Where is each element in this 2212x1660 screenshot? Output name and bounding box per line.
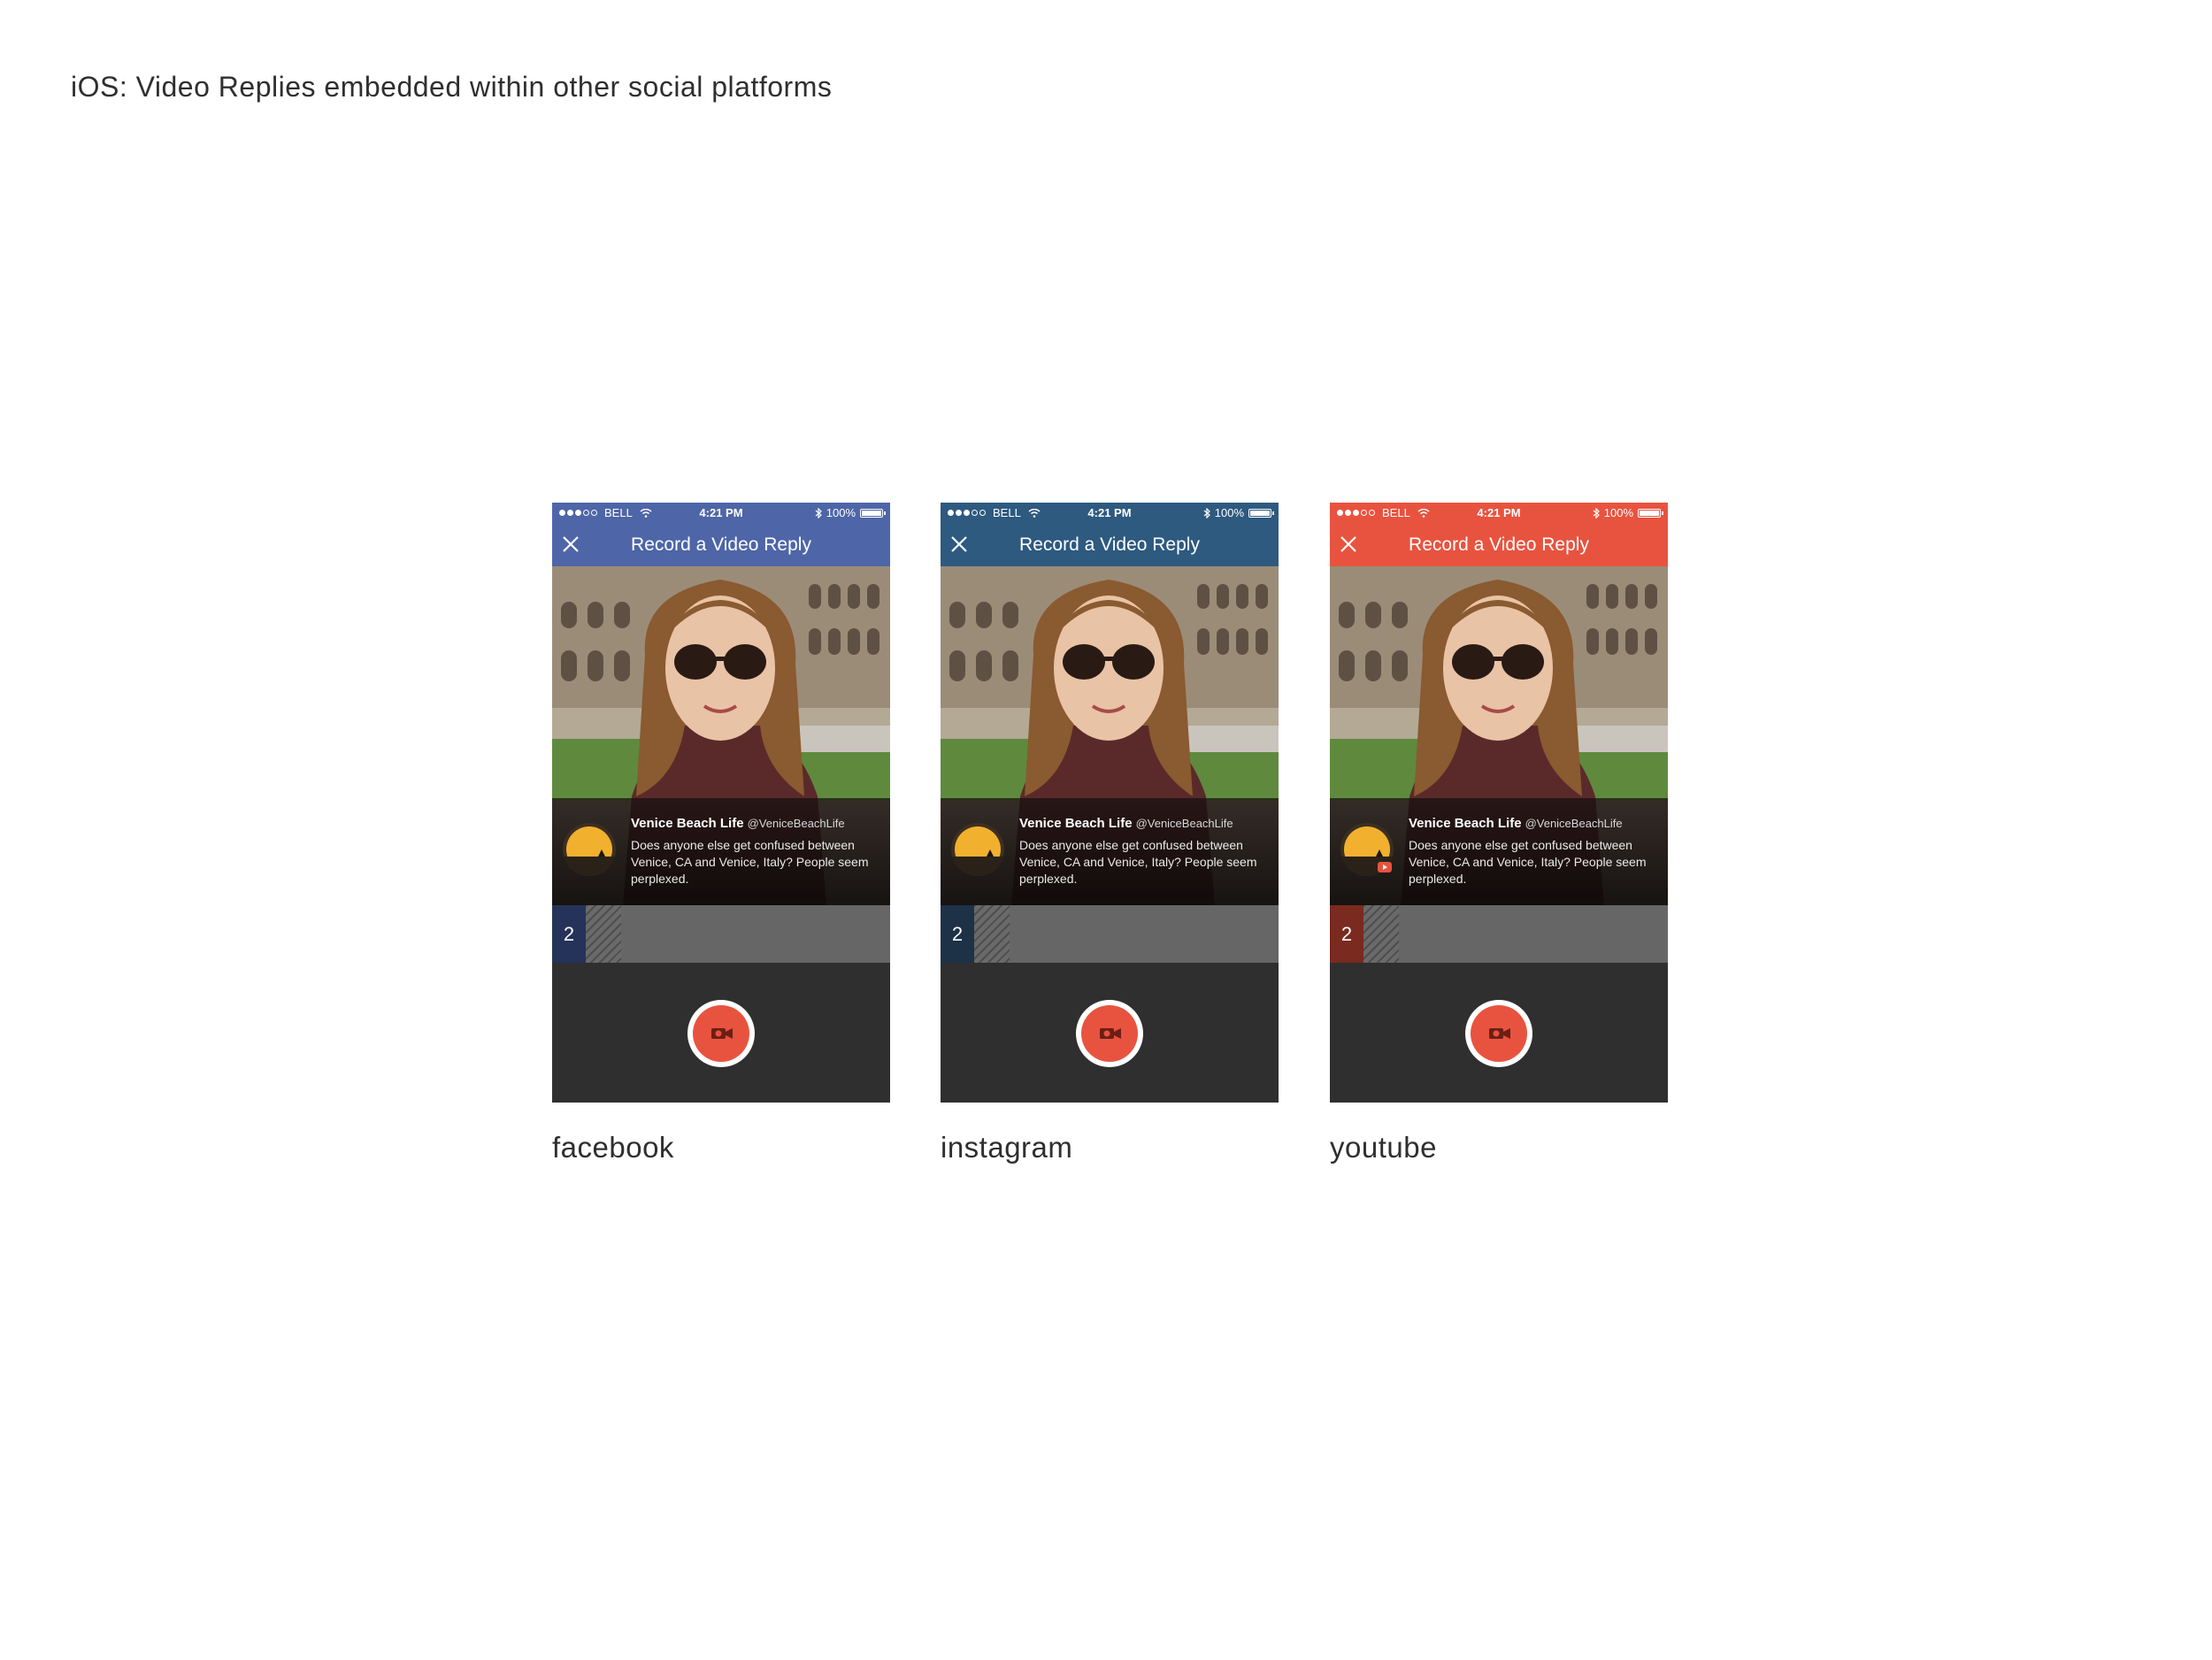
record-button[interactable] bbox=[1465, 1000, 1532, 1067]
post-author-name: Venice Beach Life bbox=[1409, 816, 1522, 831]
post-handle: @VeniceBeachLife bbox=[1525, 817, 1623, 830]
post-author-name: Venice Beach Life bbox=[631, 816, 744, 831]
post-author: Venice Beach Life @VeniceBeachLife bbox=[1409, 816, 1623, 831]
camera-preview: Venice Beach Life @VeniceBeachLife Does a… bbox=[1330, 566, 1668, 905]
phone-mockup-instagram: BELL 4:21 PM 100% Record a Video Reply V… bbox=[941, 503, 1279, 1103]
avatar bbox=[951, 823, 1004, 876]
battery-percent: 100% bbox=[1603, 506, 1633, 519]
record-button[interactable] bbox=[687, 1000, 755, 1067]
camera-preview: Venice Beach Life @VeniceBeachLife Does a… bbox=[552, 566, 890, 905]
nav-bar: Record a Video Reply bbox=[552, 522, 890, 566]
camera-preview: Venice Beach Life @VeniceBeachLife Does a… bbox=[941, 566, 1279, 905]
nav-bar: Record a Video Reply bbox=[941, 522, 1279, 566]
reply-count: 2 bbox=[552, 905, 586, 963]
battery-percent: 100% bbox=[1214, 506, 1244, 519]
nav-title: Record a Video Reply bbox=[1019, 534, 1200, 555]
reply-counter-bar: 2 bbox=[552, 905, 890, 963]
page-title: iOS: Video Replies embedded within other… bbox=[71, 71, 833, 103]
bluetooth-icon bbox=[815, 507, 822, 519]
nav-bar: Record a Video Reply bbox=[1330, 522, 1668, 566]
platform-label-youtube: youtube bbox=[1330, 1131, 1437, 1164]
video-camera-icon bbox=[1489, 1028, 1510, 1039]
reply-counter-bar: 2 bbox=[1330, 905, 1668, 963]
phone-mockup-facebook: BELL 4:21 PM 100% Record a Video Reply V… bbox=[552, 503, 890, 1103]
post-handle: @VeniceBeachLife bbox=[747, 817, 845, 830]
avatar bbox=[563, 823, 616, 876]
status-bar: BELL 4:21 PM 100% bbox=[552, 503, 890, 522]
battery-icon bbox=[1248, 508, 1274, 518]
post-text: Does anyone else get confused between Ve… bbox=[1409, 838, 1647, 886]
post-overlay: Venice Beach Life @VeniceBeachLife Does a… bbox=[941, 798, 1279, 905]
platform-label-instagram: instagram bbox=[941, 1131, 1073, 1164]
battery-icon bbox=[1638, 508, 1663, 518]
phone-mockup-youtube: BELL 4:21 PM 100% Record a Video Reply V… bbox=[1330, 503, 1668, 1103]
progress-hatch bbox=[1363, 905, 1399, 963]
youtube-play-icon bbox=[1378, 862, 1392, 872]
post-author: Venice Beach Life @VeniceBeachLife bbox=[1019, 816, 1233, 831]
progress-hatch bbox=[974, 905, 1010, 963]
reply-count: 2 bbox=[1330, 905, 1363, 963]
nav-title: Record a Video Reply bbox=[631, 534, 811, 555]
bluetooth-icon bbox=[1203, 507, 1210, 519]
post-text: Does anyone else get confused between Ve… bbox=[1019, 838, 1257, 886]
post-text: Does anyone else get confused between Ve… bbox=[631, 838, 869, 886]
bluetooth-icon bbox=[1593, 507, 1600, 519]
video-camera-icon bbox=[711, 1028, 733, 1039]
post-overlay: Venice Beach Life @VeniceBeachLife Does a… bbox=[552, 798, 890, 905]
post-overlay: Venice Beach Life @VeniceBeachLife Does a… bbox=[1330, 798, 1668, 905]
record-button[interactable] bbox=[1076, 1000, 1143, 1067]
battery-icon bbox=[860, 508, 886, 518]
post-handle: @VeniceBeachLife bbox=[1135, 817, 1233, 830]
post-author-name: Venice Beach Life bbox=[1019, 816, 1133, 831]
progress-hatch bbox=[586, 905, 621, 963]
battery-percent: 100% bbox=[826, 506, 856, 519]
status-bar: BELL 4:21 PM 100% bbox=[1330, 503, 1668, 522]
reply-count: 2 bbox=[941, 905, 974, 963]
status-bar: BELL 4:21 PM 100% bbox=[941, 503, 1279, 522]
platform-label-facebook: facebook bbox=[552, 1131, 674, 1164]
video-camera-icon bbox=[1100, 1028, 1121, 1039]
nav-title: Record a Video Reply bbox=[1409, 534, 1589, 555]
post-author: Venice Beach Life @VeniceBeachLife bbox=[631, 816, 845, 831]
reply-counter-bar: 2 bbox=[941, 905, 1279, 963]
